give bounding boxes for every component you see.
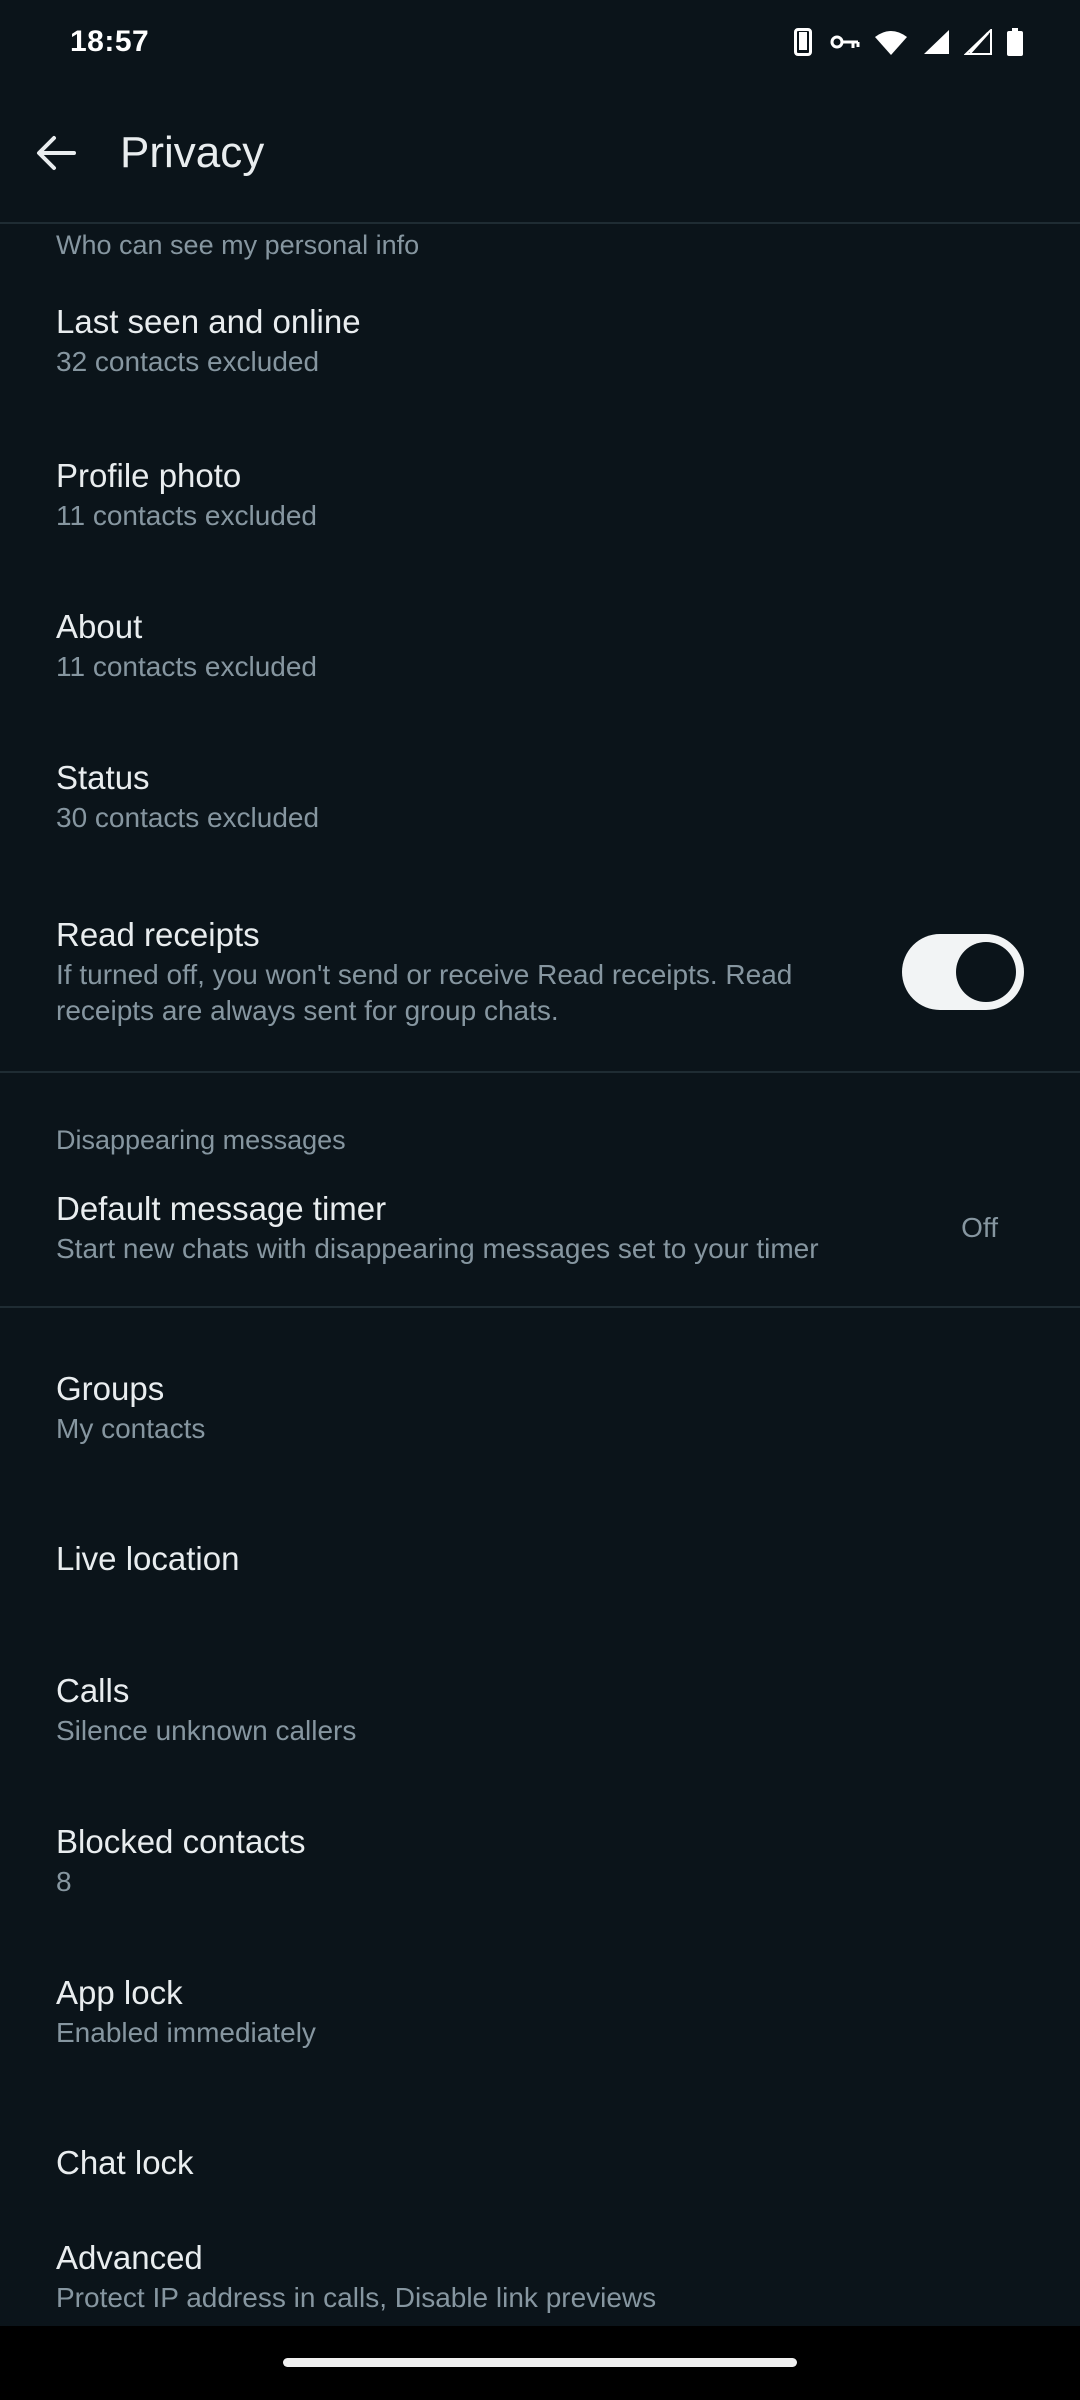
setting-subtitle: Silence unknown callers — [56, 1714, 357, 1746]
setting-default-message-timer[interactable]: Default message timer Start new chats wi… — [0, 1149, 1080, 1306]
setting-profile-photo[interactable]: Profile photo 11 contacts excluded — [0, 419, 1080, 570]
setting-chat-lock[interactable]: Chat lock — [0, 2087, 1080, 2238]
setting-blocked-contacts[interactable]: Blocked contacts 8 — [0, 1785, 1080, 1936]
setting-text: Profile photo 11 contacts excluded — [56, 456, 1024, 534]
section-divider — [0, 1306, 1080, 1308]
setting-text: Advanced Protect IP address in calls, Di… — [56, 2238, 1024, 2316]
phone-icon — [790, 26, 816, 58]
setting-last-seen[interactable]: Last seen and online 32 contacts exclude… — [0, 268, 1080, 419]
arrow-left-icon — [37, 136, 76, 170]
section-header-disappearing: Disappearing messages — [56, 1125, 346, 1155]
read-receipts-toggle[interactable] — [902, 933, 1024, 1010]
setting-title: Blocked contacts — [56, 1822, 306, 1860]
setting-groups[interactable]: Groups My contacts — [0, 1332, 1080, 1483]
vpn-key-icon — [830, 26, 860, 58]
setting-app-lock[interactable]: App lock Enabled immediately — [0, 1936, 1080, 2087]
status-bar: 18:57 — [0, 0, 1080, 84]
setting-subtitle: Enabled immediately — [56, 2016, 316, 2048]
app-bar: Privacy — [0, 84, 1080, 224]
setting-title: About — [56, 607, 143, 645]
privacy-settings-list: Who can see my personal info Last seen a… — [0, 224, 1080, 2363]
setting-subtitle: If turned off, you won't send or receive… — [56, 958, 793, 1026]
toggle-knob — [956, 941, 1016, 1002]
setting-title: Calls — [56, 1671, 130, 1709]
setting-title: Read receipts — [56, 915, 260, 953]
setting-title: App lock — [56, 1973, 183, 2011]
setting-text: Last seen and online 32 contacts exclude… — [56, 302, 1024, 380]
setting-read-receipts[interactable]: Read receipts If turned off, you won't s… — [0, 872, 1080, 1071]
setting-title: Advanced — [56, 2239, 203, 2276]
setting-subtitle: 8 — [56, 1865, 72, 1897]
signal-no-data-icon — [964, 26, 992, 58]
home-gesture-handle[interactable] — [283, 2358, 797, 2367]
signal-icon — [922, 26, 950, 58]
setting-text: About 11 contacts excluded — [56, 607, 1024, 685]
setting-text: Blocked contacts 8 — [56, 1822, 1024, 1900]
setting-title: Live location — [56, 1539, 240, 1577]
setting-text: Status 30 contacts excluded — [56, 758, 1024, 836]
setting-title: Last seen and online — [56, 302, 361, 340]
setting-text: App lock Enabled immediately — [56, 1973, 1024, 2051]
page-title: Privacy — [120, 128, 265, 177]
setting-subtitle: 32 contacts excluded — [56, 345, 320, 377]
setting-subtitle: 11 contacts excluded — [56, 499, 317, 531]
setting-title: Groups — [56, 1369, 165, 1407]
setting-live-location[interactable]: Live location — [0, 1483, 1080, 1634]
setting-about[interactable]: About 11 contacts excluded — [0, 570, 1080, 721]
system-navigation-bar — [0, 2326, 1080, 2400]
setting-text: Live location — [56, 1539, 1024, 1579]
section-header-personal-info: Who can see my personal info — [56, 230, 420, 260]
setting-calls[interactable]: Calls Silence unknown callers — [0, 1634, 1080, 1785]
setting-subtitle: 11 contacts excluded — [56, 650, 317, 682]
setting-text: Groups My contacts — [56, 1369, 1024, 1447]
setting-title: Chat lock — [56, 2143, 194, 2181]
setting-subtitle: 30 contacts excluded — [56, 801, 320, 833]
back-button[interactable] — [0, 97, 112, 209]
setting-text: Default message timer Start new chats wi… — [56, 1189, 961, 1267]
wifi-icon — [874, 26, 908, 58]
setting-title: Default message timer — [56, 1189, 387, 1227]
setting-status[interactable]: Status 30 contacts excluded — [0, 721, 1080, 872]
battery-icon — [1006, 26, 1024, 58]
setting-subtitle: My contacts — [56, 1412, 206, 1444]
setting-text: Calls Silence unknown callers — [56, 1671, 1024, 1749]
setting-subtitle: Start new chats with disappearing messag… — [56, 1232, 819, 1264]
setting-title: Profile photo — [56, 456, 242, 494]
setting-subtitle: Protect IP address in calls, Disable lin… — [56, 2282, 657, 2313]
status-icons — [790, 26, 1024, 58]
setting-text: Chat lock — [56, 2143, 1024, 2183]
setting-title: Status — [56, 758, 150, 796]
timer-value: Off — [961, 1211, 998, 1243]
setting-text: Read receipts If turned off, you won't s… — [56, 915, 902, 1029]
status-time: 18:57 — [70, 25, 150, 58]
